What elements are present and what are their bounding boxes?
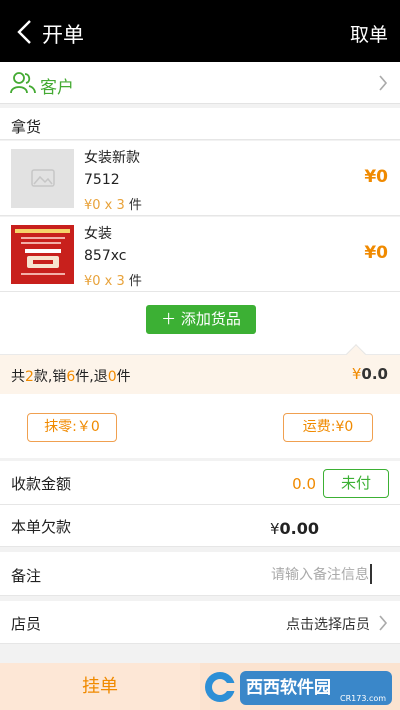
back-arrow-icon[interactable] — [14, 18, 38, 46]
page-title: 开单 — [42, 23, 84, 47]
chevron-right-icon — [379, 75, 388, 91]
product-thumbnail-image — [11, 225, 74, 284]
goods-name: 女装新款 — [84, 150, 140, 166]
debt-row: 本单欠款 ¥0.00 — [0, 505, 400, 547]
remark-input[interactable]: 请输入备注信息 — [271, 564, 372, 584]
summary-counts: 共2款,销6件,退0件 — [11, 369, 131, 385]
goods-quantity: ¥0 x 3 件 — [84, 198, 142, 213]
debt-amount: ¥0.00 — [270, 519, 320, 538]
staff-select[interactable]: 点击选择店员 — [286, 614, 370, 634]
add-goods-button[interactable]: ＋ 添加货品 — [146, 305, 256, 334]
bottom-bar: 挂单 西西软件园 CR173.com — [0, 663, 400, 710]
unpaid-status-button[interactable]: 未付 — [323, 469, 389, 498]
add-goods-area: ＋ 添加货品 — [0, 292, 400, 354]
remark-label: 备注 — [11, 567, 42, 585]
remark-row: 备注 请输入备注信息 — [0, 552, 400, 596]
goods-amount: ¥0 — [364, 167, 388, 187]
goods-item[interactable]: 女装新款 7512 ¥0 x 3 件 ¥0 — [0, 141, 400, 216]
staff-label: 店员 — [11, 615, 42, 633]
payment-amount[interactable]: 0.0 — [292, 475, 316, 493]
goods-amount: ¥0 — [364, 243, 388, 263]
chevron-right-icon — [379, 615, 388, 631]
summary-total: ¥0.0 — [351, 365, 388, 383]
customer-row[interactable]: 客户 — [0, 62, 400, 104]
goods-item[interactable]: 女装 857xc ¥0 x 3 件 ¥0 — [0, 217, 400, 292]
hang-order-button[interactable]: 挂单 — [0, 663, 200, 710]
order-summary: 共2款,销6件,退0件 ¥0.0 — [0, 344, 400, 394]
goods-code: 7512 — [84, 172, 120, 188]
placeholder-image-icon — [11, 149, 74, 208]
customer-icon — [10, 72, 36, 94]
goods-quantity: ¥0 x 3 件 — [84, 274, 142, 289]
svg-text:西西软件园: 西西软件园 — [246, 677, 331, 698]
watermark-logo: 西西软件园 CR173.com — [200, 663, 400, 710]
goods-section-header: 拿货 — [0, 108, 400, 140]
customer-label: 客户 — [40, 78, 74, 98]
payment-label: 收款金额 — [11, 475, 72, 493]
debt-label: 本单欠款 — [11, 518, 72, 536]
shipping-fee-button[interactable]: 运费:¥0 — [283, 413, 373, 442]
staff-row[interactable]: 店员 点击选择店员 — [0, 601, 400, 644]
take-order-button[interactable]: 取单 — [350, 20, 388, 47]
goods-section-title: 拿货 — [11, 118, 42, 136]
goods-name: 女装 — [84, 226, 112, 242]
payment-row: 收款金额 0.0 未付 — [0, 461, 400, 505]
top-bar: 开单 取单 — [0, 0, 400, 62]
fees-row: 抹零:￥0 运费:¥0 — [0, 394, 400, 458]
svg-text:CR173.com: CR173.com — [340, 694, 386, 703]
plus-icon: ＋ — [161, 310, 181, 328]
rounding-button[interactable]: 抹零:￥0 — [27, 413, 117, 442]
goods-code: 857xc — [84, 248, 127, 264]
